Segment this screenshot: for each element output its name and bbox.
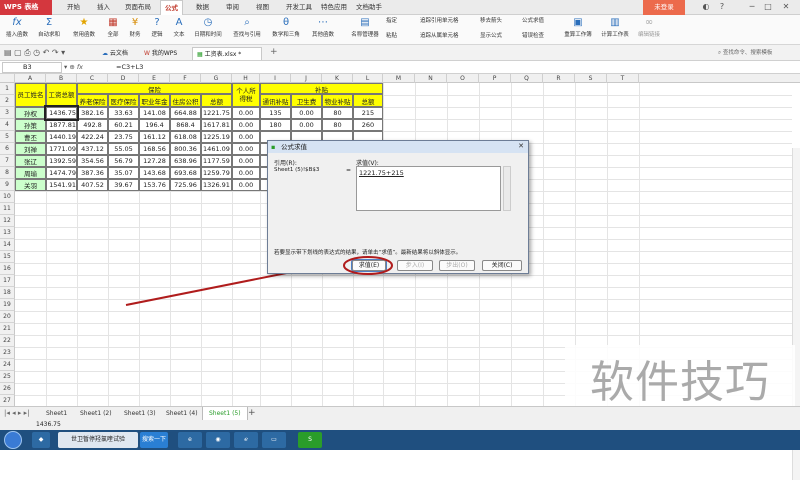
reference-value: Sheet1 (5)!$B$3 — [274, 167, 320, 173]
status-bar: 1436.75 — [0, 420, 800, 430]
sheet-tab-2[interactable]: Sheet1 (2) — [74, 407, 118, 421]
table-cell[interactable]: 1436.75 — [44, 105, 79, 121]
evaluation-box[interactable]: 1221.75+215 — [356, 166, 501, 211]
reference-label: 引用(R): — [274, 160, 297, 167]
sheet-tab-bar: |◂ ◂ ▸ ▸| Sheet1 Sheet1 (2) Sheet1 (3) S… — [0, 406, 800, 421]
start-button[interactable] — [4, 431, 22, 449]
evaluate-formula-dialog: ▪ 公式求值 ✕ 引用(R): Sheet1 (5)!$B$3 = 求值(V): … — [267, 140, 529, 275]
add-sheet-icon[interactable]: + — [248, 408, 256, 418]
highlight-ellipse — [343, 256, 393, 275]
sheet-tab-5[interactable]: Sheet1 (5) — [202, 407, 248, 421]
close-button[interactable]: 关闭(C) — [482, 260, 522, 271]
step-in-button[interactable]: 步入(I) — [397, 260, 433, 271]
sheet-nav-arrows[interactable]: |◂ ◂ ▸ ▸| — [4, 409, 29, 417]
evaluation-scrollbar[interactable] — [503, 166, 511, 211]
taskbar-task[interactable]: 世卫暂停羟氯喹试验 — [58, 432, 138, 448]
sheet-tab-1[interactable]: Sheet1 — [40, 407, 73, 421]
sheet-tab-3[interactable]: Sheet1 (3) — [118, 407, 162, 421]
status-value: 1436.75 — [36, 421, 61, 428]
dialog-hint: 若要显示带下划线的表达式的结果，请单击“求值”。最新结果将以斜体显示。 — [274, 250, 462, 256]
taskbar-ie-icon[interactable]: e — [178, 432, 202, 448]
step-out-button[interactable]: 步出(O) — [439, 260, 475, 271]
evaluation-value: 1221.75+215 — [359, 169, 404, 177]
taskbar-browser-icon[interactable]: ℯ — [234, 432, 258, 448]
windows-taskbar: ◆ 世卫暂停羟氯喹试验 搜索一下 e ◉ ℯ ▭ S — [0, 430, 800, 450]
taskbar-app-icon[interactable]: ◆ — [32, 432, 50, 448]
taskbar-folder-icon[interactable]: ▭ — [262, 432, 286, 448]
taskbar-search[interactable]: 搜索一下 — [140, 432, 168, 448]
taskbar-wps-icon[interactable]: S — [298, 432, 322, 448]
dialog-title: ▪ 公式求值 — [268, 141, 528, 153]
sheet-tab-4[interactable]: Sheet1 (4) — [160, 407, 204, 421]
taskbar-chrome-icon[interactable]: ◉ — [206, 432, 230, 448]
dialog-icon: ▪ — [271, 143, 276, 151]
dialog-close-icon[interactable]: ✕ — [516, 142, 526, 151]
equals-sign: = — [346, 167, 352, 174]
